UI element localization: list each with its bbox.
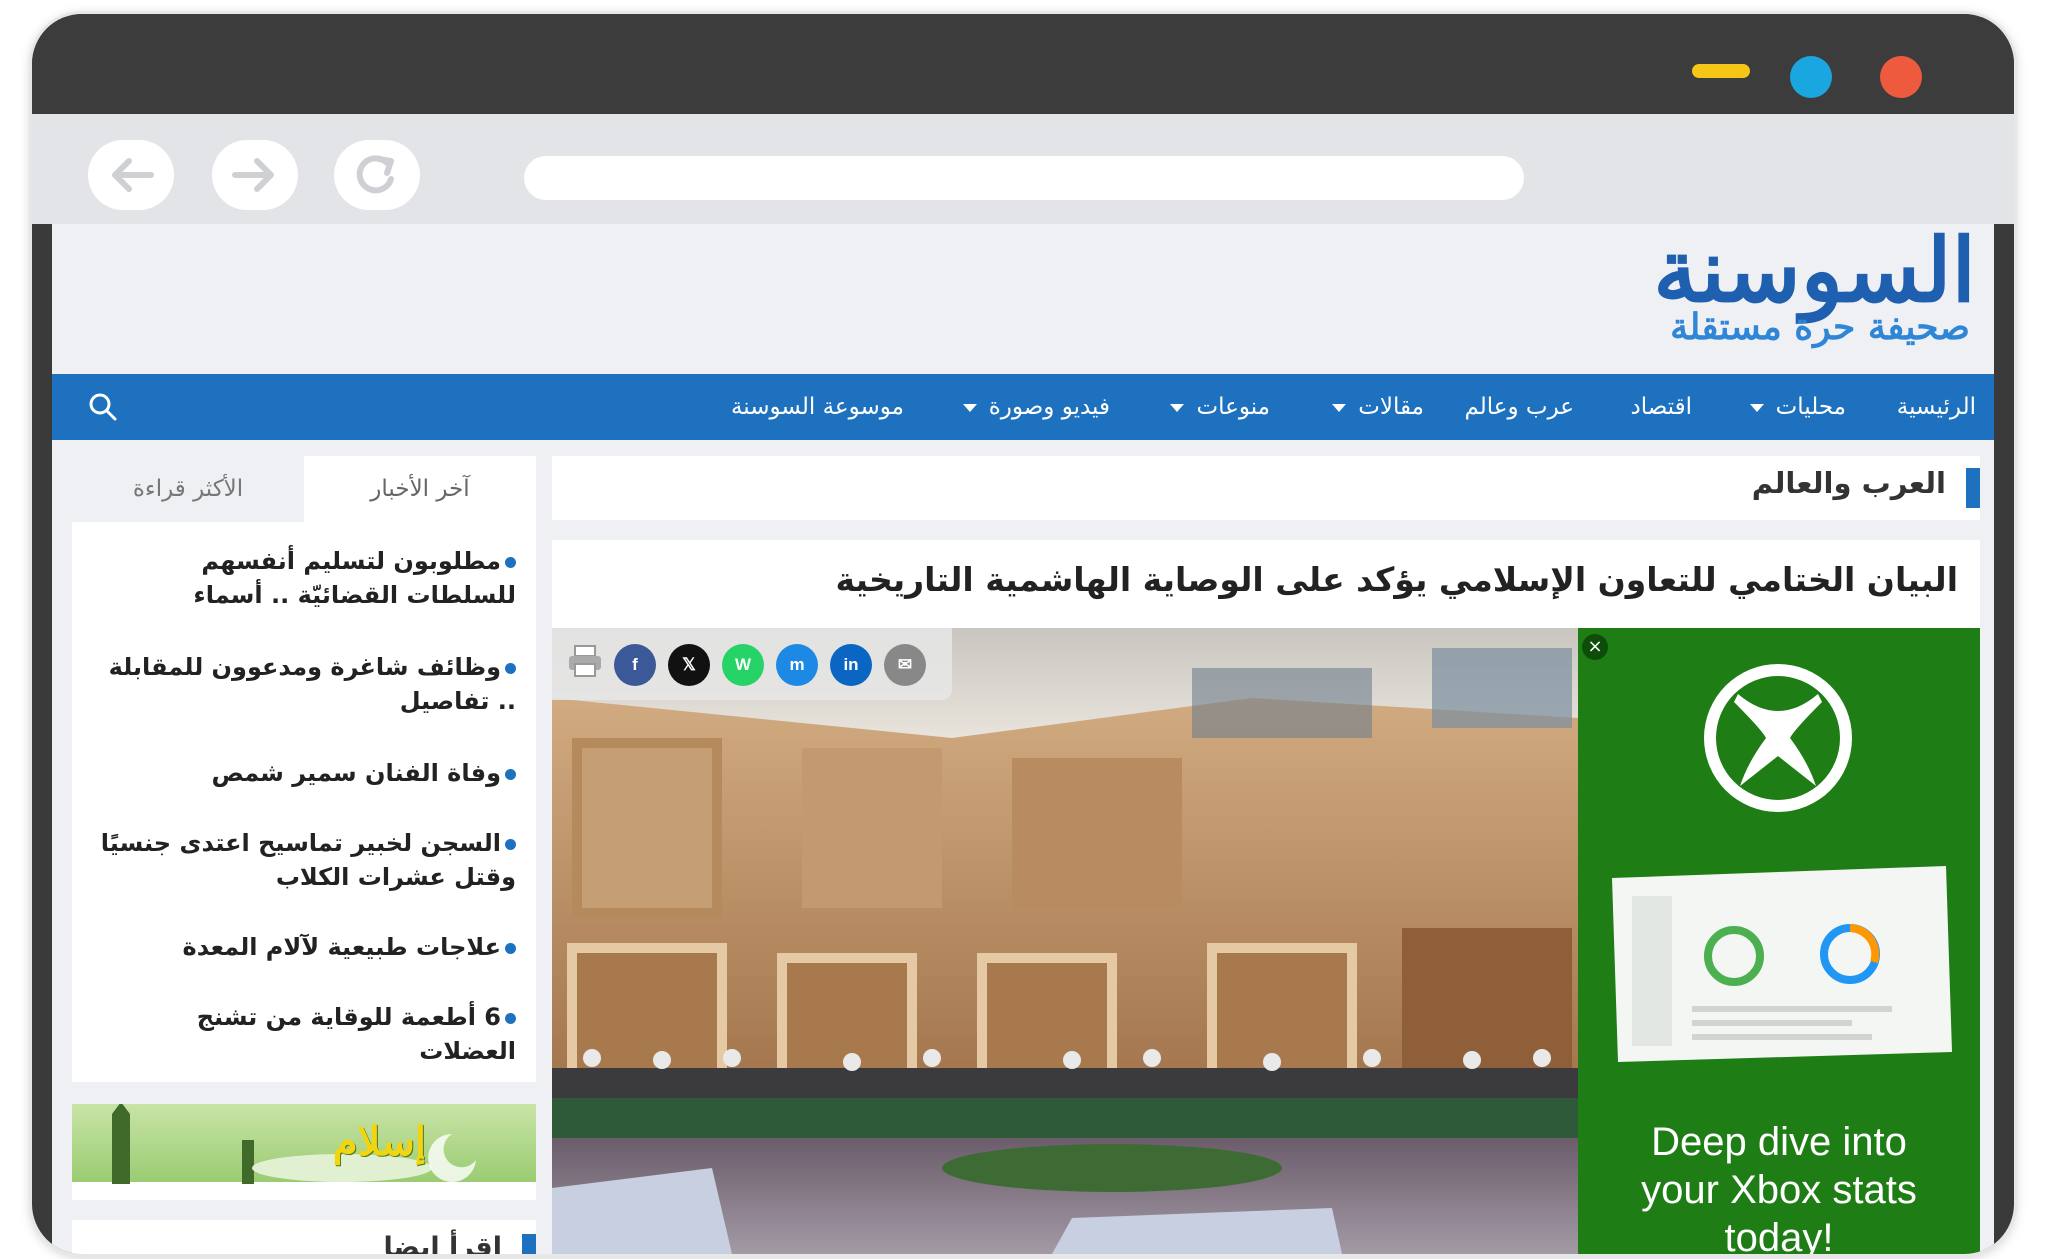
print-button[interactable] <box>564 644 606 686</box>
section-accent-bar <box>522 1234 536 1254</box>
share-facebook-button[interactable]: f <box>614 644 656 686</box>
xbox-ad[interactable]: × Deep dive into your Xbox stats today! <box>1578 628 1980 1254</box>
bullet-icon <box>505 768 516 780</box>
news-item-title: وفاة الفنان سمير شمص <box>211 759 501 787</box>
caret-down-icon <box>1749 403 1764 412</box>
section-title[interactable]: العرب والعالم <box>1752 466 1946 500</box>
news-item[interactable]: علاجات طبيعية لآلام المعدة <box>96 930 516 964</box>
linkedin-icon: in <box>843 655 859 674</box>
printer-icon <box>569 645 601 677</box>
nav-economy-label: اقتصاد <box>1630 394 1692 420</box>
nav-local[interactable]: محليات <box>1749 374 1846 440</box>
minimize-button[interactable] <box>1692 64 1750 78</box>
ad-line-1: Deep dive into <box>1651 1120 1907 1164</box>
news-item-title: السجن لخبير تماسيح اعتدى جنسيًا وقتل عشر… <box>100 829 516 891</box>
section-accent-bar <box>1966 468 1980 508</box>
news-item[interactable]: مطلوبون لتسليم أنفسهم للسلطات القضائيّة … <box>96 544 516 612</box>
share-toolbar: f 𝕏 W m in ✉ <box>552 628 952 700</box>
main-navigation: الرئيسية محليات اقتصاد عرب وعالم مقالات … <box>52 374 1994 440</box>
share-x-button[interactable]: 𝕏 <box>668 644 710 686</box>
site-header: السوسنة صحيفة حرة مستقلة <box>52 224 1994 374</box>
read-also-title: إقرأ ايضا <box>383 1232 502 1254</box>
nav-articles[interactable]: مقالات <box>1332 374 1424 440</box>
latest-news-list: مطلوبون لتسليم أنفسهم للسلطات القضائيّة … <box>72 522 536 1082</box>
tab-latest-news[interactable]: آخر الأخبار <box>304 456 536 522</box>
news-tabs: آخر الأخبار الأكثر قراءة <box>72 456 536 522</box>
nav-local-label: محليات <box>1775 394 1846 420</box>
banner-text: إسلام <box>332 1118 426 1165</box>
bullet-icon <box>505 662 516 674</box>
featured-article: البيان الختامي للتعاون الإسلامي يؤكد على… <box>552 540 1980 1254</box>
close-window-button[interactable] <box>1880 56 1922 98</box>
maximize-button[interactable] <box>1790 56 1832 98</box>
bullet-icon <box>505 838 516 850</box>
share-whatsapp-button[interactable]: W <box>722 644 764 686</box>
share-email-button[interactable]: ✉ <box>884 644 926 686</box>
nav-misc-label: منوعات <box>1196 394 1270 420</box>
nav-encyclopedia[interactable]: موسوعة السوسنة <box>731 374 904 440</box>
bullet-icon <box>505 942 516 954</box>
ad-line-3: today! <box>1724 1216 1834 1254</box>
reload-icon <box>356 155 394 194</box>
caret-down-icon <box>1332 403 1347 412</box>
messenger-icon: m <box>789 655 805 674</box>
news-item[interactable]: 6 أطعمة للوقاية من تشنج العضلات <box>96 1000 516 1068</box>
article-headline[interactable]: البيان الختامي للتعاون الإسلامي يؤكد على… <box>836 560 1958 599</box>
nav-home-label: الرئيسية <box>1896 394 1976 420</box>
search-button[interactable] <box>88 392 118 422</box>
bullet-icon <box>505 1012 516 1024</box>
back-button[interactable] <box>88 140 174 210</box>
article-photo[interactable] <box>552 628 1578 1254</box>
ad-line-2: your Xbox stats <box>1641 1168 1917 1212</box>
islam-banner[interactable]: إسلام <box>72 1104 536 1200</box>
ad-copy: Deep dive into your Xbox stats today! <box>1578 1118 1980 1254</box>
share-messenger-button[interactable]: m <box>776 644 818 686</box>
news-item-title: علاجات طبيعية لآلام المعدة <box>182 933 501 961</box>
bullet-icon <box>505 556 516 568</box>
browser-titlebar <box>32 14 2014 114</box>
browser-window: السوسنة صحيفة حرة مستقلة الرئيسية محليات… <box>32 14 2014 1254</box>
share-linkedin-button[interactable]: in <box>830 644 872 686</box>
x-icon: 𝕏 <box>682 655 696 674</box>
nav-video-photo-label: فيديو وصورة <box>988 394 1110 420</box>
section-header: العرب والعالم <box>552 456 1980 520</box>
news-item[interactable]: وفاة الفنان سمير شمص <box>96 756 516 790</box>
read-also-section: إقرأ ايضا <box>72 1220 536 1254</box>
address-bar[interactable] <box>524 156 1524 200</box>
news-item[interactable]: وظائف شاغرة ومدعوون للمقابلة .. تفاصيل <box>96 650 516 718</box>
nav-encyclopedia-label: موسوعة السوسنة <box>730 394 904 420</box>
nav-articles-label: مقالات <box>1358 394 1424 420</box>
whatsapp-icon: W <box>734 655 752 674</box>
news-item-title: 6 أطعمة للوقاية من تشنج العضلات <box>196 1003 516 1065</box>
stats-dashboard-image <box>1612 866 1952 1062</box>
conference-hall-photo <box>552 628 1578 1254</box>
news-item[interactable]: السجن لخبير تماسيح اعتدى جنسيًا وقتل عشر… <box>96 826 516 894</box>
news-item-title: وظائف شاغرة ومدعوون للمقابلة .. تفاصيل <box>108 653 516 715</box>
forward-button[interactable] <box>212 140 298 210</box>
caret-down-icon <box>1170 403 1185 412</box>
xbox-logo-icon <box>1704 664 1852 812</box>
ad-close-button[interactable]: × <box>1582 634 1608 660</box>
arrow-left-icon <box>112 158 154 192</box>
nav-misc[interactable]: منوعات <box>1170 374 1270 440</box>
page-viewport: السوسنة صحيفة حرة مستقلة الرئيسية محليات… <box>52 224 1994 1254</box>
banner-graphic <box>72 1104 536 1200</box>
news-item-title: مطلوبون لتسليم أنفسهم للسلطات القضائيّة … <box>193 547 516 609</box>
nav-home[interactable]: الرئيسية <box>1897 374 1976 440</box>
search-icon <box>89 393 117 421</box>
nav-video-photo[interactable]: فيديو وصورة <box>962 374 1110 440</box>
tab-most-read[interactable]: الأكثر قراءة <box>72 456 304 522</box>
site-tagline: صحيفة حرة مستقلة <box>1670 306 1970 348</box>
arrow-right-icon <box>232 158 274 192</box>
nav-arab-world[interactable]: عرب وعالم <box>1464 374 1574 440</box>
email-icon: ✉ <box>897 655 913 674</box>
nav-arab-world-label: عرب وعالم <box>1464 394 1574 420</box>
nav-economy[interactable]: اقتصاد <box>1630 374 1692 440</box>
facebook-icon: f <box>632 655 638 674</box>
caret-down-icon <box>962 403 977 412</box>
reload-button[interactable] <box>334 140 420 210</box>
